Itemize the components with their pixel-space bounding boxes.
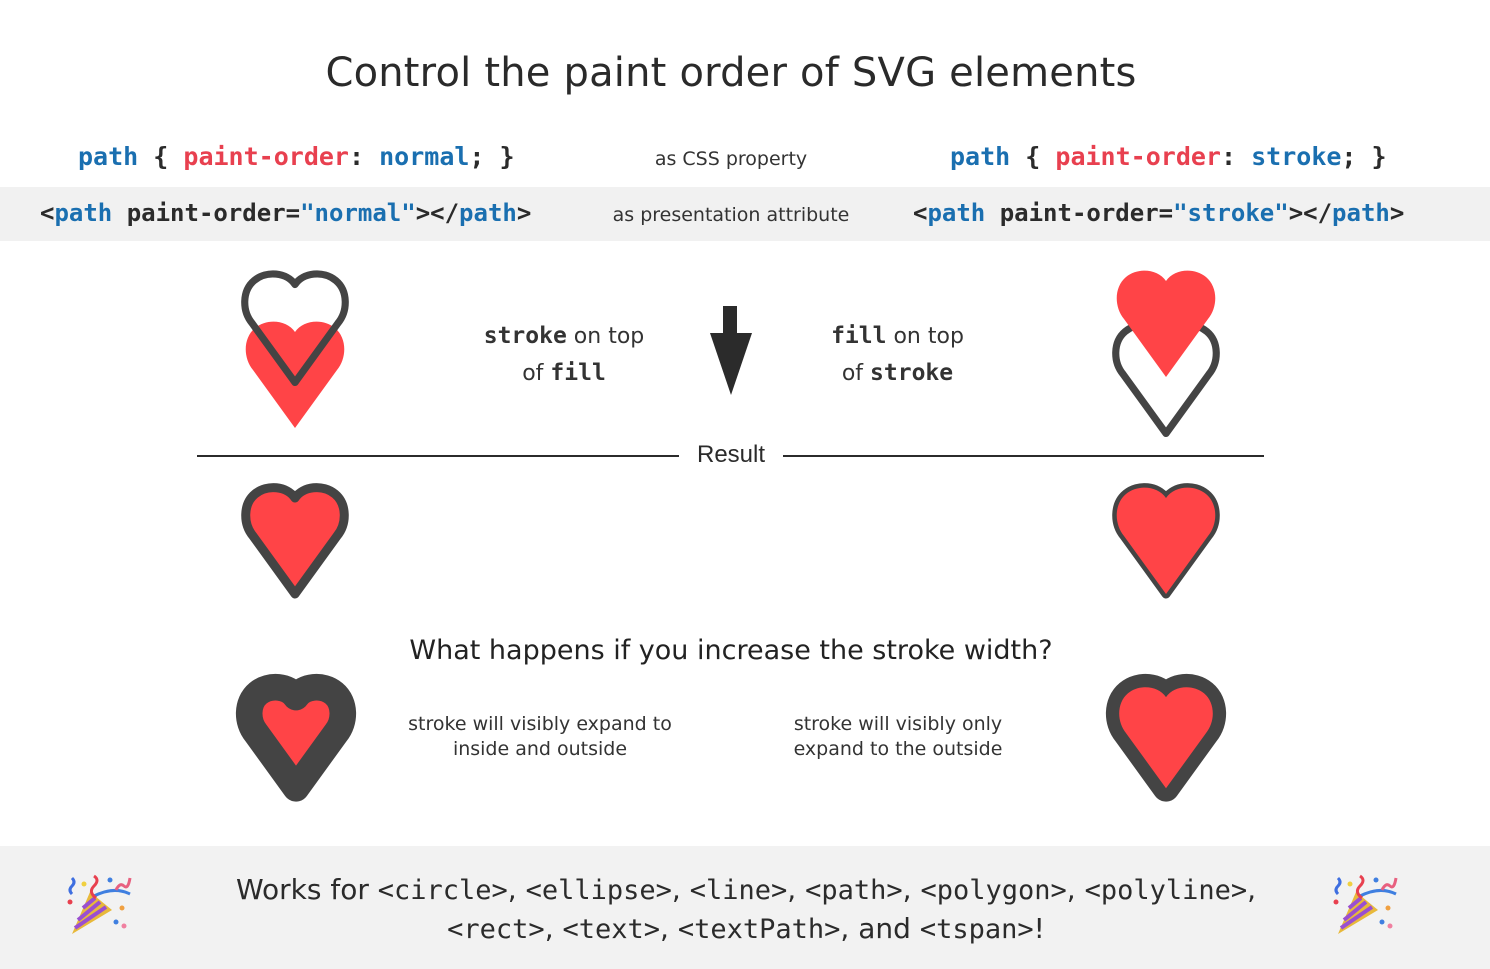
element-tag: <textPath> bbox=[677, 914, 841, 945]
css-colon: : bbox=[1220, 142, 1237, 171]
element-tag: <ellipse> bbox=[525, 875, 672, 906]
element-tag: <rect> bbox=[447, 914, 545, 945]
element-tag: <tspan> bbox=[919, 914, 1034, 945]
footer-text: Works for <circle>, <ellipse>, <line>, <… bbox=[150, 871, 1342, 949]
note-line: stroke will visibly expand to bbox=[408, 713, 672, 735]
tag-name: path bbox=[54, 199, 113, 227]
sep: , bbox=[1247, 873, 1257, 906]
sep: , bbox=[507, 873, 526, 906]
css-property: paint-order bbox=[183, 142, 349, 171]
down-arrow-icon bbox=[710, 306, 752, 395]
css-code-normal: path { paint-order: normal; } bbox=[78, 142, 515, 171]
note-line: stroke will visibly only bbox=[793, 713, 1003, 735]
sep: , bbox=[902, 873, 921, 906]
heart-fill-layer bbox=[1116, 270, 1216, 377]
lt: < bbox=[40, 199, 55, 227]
tag-name: path bbox=[927, 199, 986, 227]
note-line: expand to the outside bbox=[793, 738, 1003, 760]
text: of bbox=[522, 361, 551, 386]
text: Works for bbox=[235, 873, 378, 906]
keyword-fill: fill bbox=[550, 360, 606, 386]
attr-value: "normal" bbox=[300, 199, 416, 227]
text: on top bbox=[886, 324, 964, 349]
caption-css-property: as CSS property bbox=[654, 148, 808, 170]
sep: , bbox=[660, 912, 678, 945]
end-tag-name: path bbox=[459, 199, 517, 227]
result-label: Result bbox=[696, 441, 766, 468]
footer-line-1: Works for <circle>, <ellipse>, <line>, <… bbox=[150, 871, 1342, 910]
description-fill-on-stroke: fill on top of stroke bbox=[790, 318, 1005, 392]
css-colon: : bbox=[348, 142, 365, 171]
text: of bbox=[841, 361, 871, 386]
css-code-stroke: path { paint-order: stroke; } bbox=[950, 142, 1387, 171]
css-selector: path bbox=[78, 142, 139, 171]
attr-code-normal: <path paint-order="normal"></path> bbox=[40, 199, 531, 227]
lt: < bbox=[913, 199, 928, 227]
element-tag: <line> bbox=[689, 875, 788, 906]
party-popper-icon bbox=[1333, 874, 1398, 934]
sep: , bbox=[671, 873, 690, 906]
result-heart-stroke bbox=[1096, 470, 1236, 600]
gt: > bbox=[1389, 199, 1405, 227]
css-property: paint-order bbox=[1055, 142, 1221, 171]
attr-name: paint-order= bbox=[112, 199, 301, 227]
attr-code-stroke: <path paint-order="stroke"></path> bbox=[913, 199, 1404, 227]
sep: , bbox=[787, 873, 806, 906]
thick-stroke-heart-stroke bbox=[1091, 660, 1241, 810]
note-line: inside and outside bbox=[452, 738, 628, 760]
exploded-heart-normal bbox=[225, 262, 365, 428]
sep: , bbox=[840, 912, 859, 945]
thick-stroke-heart-normal bbox=[221, 660, 371, 810]
note-normal: stroke will visibly expand to inside and… bbox=[400, 712, 680, 762]
footer-line-2: <rect>, <text>, <textPath>, and <tspan>! bbox=[150, 910, 1342, 949]
element-tag: <polygon> bbox=[920, 875, 1067, 906]
css-brace-close: ; } bbox=[469, 142, 515, 171]
css-value: stroke bbox=[1251, 142, 1342, 171]
element-tag: <text> bbox=[562, 914, 661, 945]
gt: > bbox=[516, 199, 532, 227]
note-stroke: stroke will visibly only expand to the o… bbox=[770, 712, 1026, 762]
attr-value: "stroke" bbox=[1173, 199, 1289, 227]
page-title: Control the paint order of SVG elements bbox=[325, 50, 1137, 96]
keyword-fill: fill bbox=[831, 323, 887, 349]
caption-presentation-attribute: as presentation attribute bbox=[612, 204, 850, 226]
sep: , bbox=[544, 912, 563, 945]
element-tag: <circle> bbox=[377, 875, 508, 906]
question-heading: What happens if you increase the stroke … bbox=[409, 635, 1053, 666]
party-popper-icon bbox=[67, 874, 132, 934]
css-brace-open: { bbox=[1025, 142, 1041, 171]
exploded-heart-stroke bbox=[1096, 270, 1236, 428]
text: on top bbox=[566, 324, 645, 349]
attr-name: paint-order= bbox=[985, 199, 1174, 227]
result-heart-normal bbox=[225, 470, 365, 600]
css-value: normal bbox=[379, 142, 470, 171]
keyword-stroke: stroke bbox=[870, 360, 954, 386]
end-tag-name: path bbox=[1332, 199, 1390, 227]
tag-mid: ></ bbox=[415, 199, 460, 227]
tag-mid: ></ bbox=[1288, 199, 1333, 227]
keyword-stroke: stroke bbox=[483, 323, 567, 349]
element-tag: <path> bbox=[805, 875, 903, 906]
text: and bbox=[858, 912, 920, 945]
divider-right bbox=[783, 455, 1264, 457]
element-tag: <polyline> bbox=[1084, 875, 1248, 906]
sep: , bbox=[1066, 873, 1085, 906]
description-stroke-on-fill: stroke on top of fill bbox=[454, 318, 674, 392]
css-brace-close: ; } bbox=[1341, 142, 1387, 171]
css-brace-open: { bbox=[153, 142, 169, 171]
divider-left bbox=[197, 455, 679, 457]
text: ! bbox=[1033, 912, 1045, 945]
css-selector: path bbox=[950, 142, 1011, 171]
